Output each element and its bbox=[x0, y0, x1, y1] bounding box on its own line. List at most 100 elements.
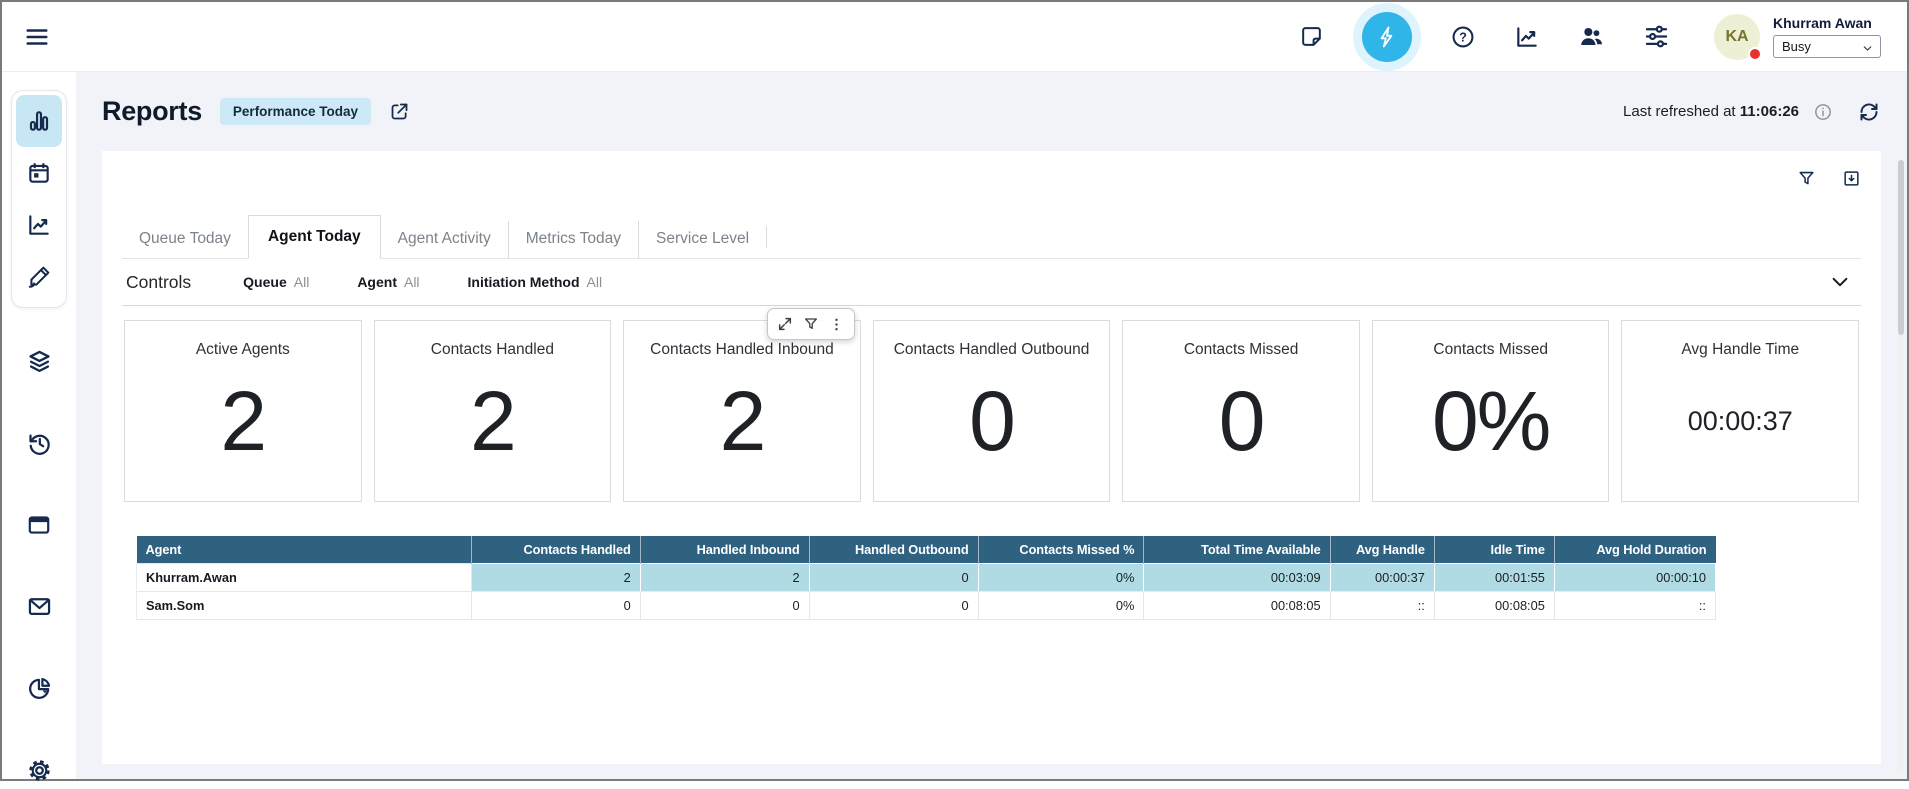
card-value: 2 bbox=[220, 359, 265, 501]
scrollbar-thumb[interactable] bbox=[1898, 160, 1904, 335]
filter-value: All bbox=[294, 274, 310, 290]
card-filter-icon[interactable] bbox=[800, 313, 822, 335]
filter-name: Queue bbox=[243, 274, 287, 290]
filter-agent[interactable]: AgentAll bbox=[357, 274, 419, 290]
metrics-icon[interactable] bbox=[1514, 24, 1540, 50]
svg-text:?: ? bbox=[1459, 30, 1467, 44]
card-hover-toolbar bbox=[767, 308, 855, 340]
sidebar-item-window[interactable] bbox=[26, 512, 52, 543]
table-row-sam-som: Sam.Som0000%00:08:05::00:08:05:: bbox=[137, 592, 1716, 620]
sidebar-item-schedule[interactable] bbox=[16, 147, 62, 199]
card-title: Contacts Handled Outbound bbox=[894, 341, 1090, 359]
tab-metrics-today[interactable]: Metrics Today bbox=[508, 221, 638, 258]
metric-cell: 0% bbox=[978, 564, 1144, 592]
window-icon bbox=[26, 512, 52, 538]
sidebar-item-metrics[interactable] bbox=[16, 199, 62, 251]
avatar[interactable]: KA bbox=[1714, 14, 1760, 60]
chevron-down-icon bbox=[1862, 43, 1873, 54]
report-panel: Queue TodayAgent TodayAgent ActivityMetr… bbox=[102, 151, 1881, 764]
metric-cell: 0 bbox=[809, 564, 978, 592]
tab-queue-today[interactable]: Queue Today bbox=[122, 221, 248, 258]
app-window: ? KA Khurram Awan Busy bbox=[0, 0, 1909, 781]
metric-card-active-agents: Active Agents2 bbox=[124, 320, 362, 502]
sidebar-item-customize[interactable] bbox=[16, 251, 62, 303]
agent-metrics-table: AgentContacts HandledHandled InboundHand… bbox=[136, 536, 1716, 620]
refresh-icon[interactable] bbox=[1857, 100, 1881, 124]
report-tabs: Queue TodayAgent TodayAgent ActivityMetr… bbox=[122, 215, 1861, 259]
filter-icon[interactable] bbox=[1797, 167, 1816, 189]
col-header-contacts-handled[interactable]: Contacts Handled bbox=[471, 536, 640, 564]
card-value: 00:00:37 bbox=[1688, 359, 1793, 501]
info-icon[interactable] bbox=[1813, 102, 1833, 122]
controls-filters: QueueAllAgentAllInitiation MethodAll bbox=[243, 274, 1829, 290]
tab-agent-today[interactable]: Agent Today bbox=[248, 215, 381, 259]
metric-cell: 00:08:05 bbox=[1144, 592, 1330, 620]
status-select[interactable]: Busy bbox=[1773, 35, 1881, 58]
realtime-lightning-icon[interactable] bbox=[1362, 12, 1412, 62]
metric-card-contacts-missed: Contacts Missed0% bbox=[1372, 320, 1610, 502]
agent-name-cell: Khurram.Awan bbox=[137, 564, 472, 592]
performance-today-badge: Performance Today bbox=[220, 98, 371, 125]
card-value: 2 bbox=[720, 359, 765, 501]
sidebar-item-layers[interactable] bbox=[26, 348, 53, 380]
sidebar-item-history[interactable] bbox=[26, 430, 53, 462]
col-header-agent[interactable]: Agent bbox=[137, 536, 472, 564]
card-more-options-icon[interactable] bbox=[826, 313, 848, 335]
metric-cell: 00:03:09 bbox=[1144, 564, 1330, 592]
filter-value: All bbox=[404, 274, 420, 290]
hamburger-menu-icon[interactable] bbox=[24, 24, 50, 50]
help-icon[interactable]: ? bbox=[1450, 24, 1476, 50]
metric-cards: Active Agents2Contacts Handled2Contacts … bbox=[122, 320, 1861, 502]
users-icon[interactable] bbox=[1578, 23, 1605, 50]
filter-queue[interactable]: Queue All bbox=[243, 274, 309, 290]
external-link-icon[interactable] bbox=[389, 101, 410, 122]
user-chip: KA Khurram Awan Busy bbox=[1714, 14, 1881, 60]
metric-card-contacts-handled-outbound: Contacts Handled Outbound0 bbox=[873, 320, 1111, 502]
filter-name: Initiation Method bbox=[468, 274, 580, 290]
sidebar-item-mail[interactable] bbox=[26, 593, 53, 625]
status-select-value: Busy bbox=[1782, 39, 1811, 54]
metric-cell: 0% bbox=[978, 592, 1144, 620]
card-value: 0 bbox=[1219, 359, 1264, 501]
metric-cell: 0 bbox=[471, 592, 640, 620]
preferences-icon[interactable] bbox=[1643, 23, 1670, 50]
metric-cell: 2 bbox=[640, 564, 809, 592]
scrollbar[interactable] bbox=[1898, 160, 1904, 773]
col-header-handled-outbound[interactable]: Handled Outbound bbox=[809, 536, 978, 564]
card-title: Contacts Missed bbox=[1433, 341, 1548, 359]
metric-cell: :: bbox=[1554, 592, 1715, 620]
controls-collapse-chevron-icon[interactable] bbox=[1829, 271, 1851, 293]
metric-cell: 0 bbox=[640, 592, 809, 620]
metric-cell: 2 bbox=[471, 564, 640, 592]
filter-initiation-method[interactable]: Initiation Method All bbox=[468, 274, 603, 290]
last-refreshed-time: 11:06:26 bbox=[1740, 103, 1799, 120]
page-title: Reports bbox=[102, 96, 202, 127]
tab-service-level[interactable]: Service Level bbox=[638, 221, 766, 258]
sidebar-item-pie-reports[interactable] bbox=[26, 675, 53, 707]
card-title: Active Agents bbox=[196, 341, 290, 359]
card-value: 2 bbox=[470, 359, 515, 501]
sidebar-item-dashboard[interactable] bbox=[16, 95, 62, 147]
col-header-contacts-missed-[interactable]: Contacts Missed % bbox=[978, 536, 1144, 564]
col-header-total-time-available[interactable]: Total Time Available bbox=[1144, 536, 1330, 564]
download-icon[interactable] bbox=[1842, 167, 1861, 189]
col-header-handled-inbound[interactable]: Handled Inbound bbox=[640, 536, 809, 564]
layers-icon bbox=[26, 348, 53, 375]
col-header-avg-handle[interactable]: Avg Handle bbox=[1330, 536, 1434, 564]
notes-icon[interactable] bbox=[1299, 24, 1324, 49]
expand-card-icon[interactable] bbox=[774, 313, 796, 335]
metric-cell: 00:08:05 bbox=[1434, 592, 1554, 620]
metric-card-contacts-missed: Contacts Missed0 bbox=[1122, 320, 1360, 502]
col-header-avg-hold-duration[interactable]: Avg Hold Duration bbox=[1554, 536, 1715, 564]
col-header-idle-time[interactable]: Idle Time bbox=[1434, 536, 1554, 564]
metric-cell: 00:00:10 bbox=[1554, 564, 1715, 592]
user-name: Khurram Awan bbox=[1773, 15, 1881, 31]
tab-agent-activity[interactable]: Agent Activity bbox=[381, 221, 508, 258]
agent-name-cell: Sam.Som bbox=[137, 592, 472, 620]
bar-chart-icon bbox=[26, 108, 52, 134]
pie-chart-icon bbox=[26, 675, 53, 702]
sidebar-item-settings[interactable] bbox=[26, 757, 53, 789]
metric-cell: 00:01:55 bbox=[1434, 564, 1554, 592]
filter-value: All bbox=[587, 274, 603, 290]
busy-presence-dot bbox=[1748, 47, 1762, 61]
